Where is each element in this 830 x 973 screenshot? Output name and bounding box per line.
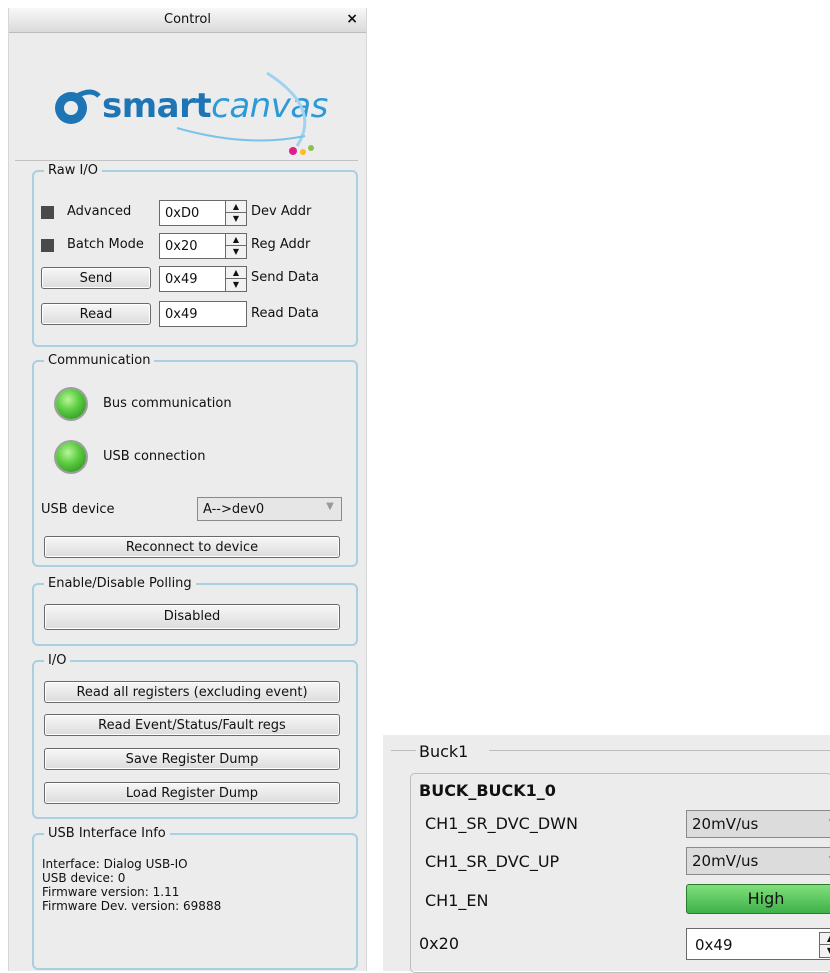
usb-device-select[interactable]: A-->dev0 ▼ — [197, 497, 342, 521]
spin-down-icon[interactable]: ▼ — [226, 246, 246, 257]
io-legend: I/O — [48, 653, 67, 668]
advanced-checkbox[interactable] — [41, 206, 54, 219]
read-button[interactable]: Read — [41, 303, 151, 325]
chevron-down-icon: ▼ — [326, 501, 334, 512]
register-address-label: 0x20 — [419, 934, 460, 953]
register-value-spinbox[interactable]: 0x49 ▲▼ — [686, 928, 830, 960]
save-register-dump-button[interactable]: Save Register Dump — [44, 748, 340, 770]
spin-down-icon[interactable]: ▼ — [226, 279, 246, 290]
usb-device-label: USB device — [41, 502, 115, 517]
spin-down-icon[interactable]: ▼ — [226, 213, 246, 224]
usb-connection-label: USB connection — [103, 449, 206, 464]
read-all-registers-button[interactable]: Read all registers (excluding event) — [44, 681, 340, 703]
usb-status-led-icon — [56, 442, 86, 472]
batch-mode-checkbox[interactable] — [41, 239, 54, 252]
usb-info-firmware: Firmware version: 1.11 — [42, 885, 180, 899]
spin-down-icon[interactable]: ▼ — [820, 945, 830, 956]
usb-info-legend: USB Interface Info — [48, 826, 166, 841]
buck1-register-box: BUCK_BUCK1_0 CH1_SR_DVC_DWN 20mV/us ▼ CH… — [410, 773, 830, 973]
ch1-sr-dvc-dwn-select[interactable]: 20mV/us ▼ — [686, 810, 830, 838]
spin-up-icon[interactable]: ▲ — [226, 201, 246, 213]
logo-divider — [15, 160, 358, 161]
raw-io-legend: Raw I/O — [48, 163, 98, 178]
ch1-sr-dvc-up-select[interactable]: 20mV/us ▼ — [686, 847, 830, 875]
smartcanvas-logo: smartcanvas — [47, 68, 328, 160]
dev-addr-label: Dev Addr — [251, 204, 312, 219]
polling-toggle-button[interactable]: Disabled — [44, 604, 340, 630]
read-event-status-fault-button[interactable]: Read Event/Status/Fault regs — [44, 714, 340, 736]
send-button[interactable]: Send — [41, 267, 151, 289]
dev-addr-spinbox[interactable]: 0xD0 ▲ ▼ — [159, 200, 247, 226]
reconnect-button[interactable]: Reconnect to device — [44, 536, 340, 558]
ch1-sr-dvc-up-label: CH1_SR_DVC_UP — [425, 852, 560, 871]
control-panel: Control × smartcanvas Raw I/O Advanced B… — [8, 8, 367, 971]
spin-up-icon[interactable]: ▲ — [226, 267, 246, 279]
spin-up-icon[interactable]: ▲ — [226, 234, 246, 246]
reg-addr-label: Reg Addr — [251, 237, 311, 252]
advanced-label: Advanced — [67, 204, 132, 219]
batch-mode-label: Batch Mode — [67, 237, 144, 252]
buck1-legend: Buck1 — [419, 742, 469, 761]
load-register-dump-button[interactable]: Load Register Dump — [44, 782, 340, 804]
communication-legend: Communication — [48, 353, 151, 368]
buck1-panel: Buck1 BUCK_BUCK1_0 CH1_SR_DVC_DWN 20mV/u… — [383, 735, 830, 973]
ch1-en-toggle-button[interactable]: High — [686, 884, 830, 914]
bus-status-led-icon — [56, 389, 86, 419]
usb-info-device: USB device: 0 — [42, 871, 126, 885]
send-data-spinbox[interactable]: 0x49 ▲ ▼ — [159, 266, 247, 292]
usb-info-interface: Interface: Dialog USB-IO — [42, 857, 188, 871]
buck-legend-line-right — [489, 750, 830, 751]
close-icon[interactable]: × — [346, 11, 358, 27]
usb-info-firmware-dev: Firmware Dev. version: 69888 — [42, 899, 222, 913]
reg-addr-spinbox[interactable]: 0x20 ▲ ▼ — [159, 233, 247, 259]
read-data-field[interactable]: 0x49 — [159, 301, 247, 327]
panel-titlebar[interactable]: Control × — [9, 8, 366, 33]
buck-legend-line-left — [391, 750, 416, 751]
ch1-en-label: CH1_EN — [425, 891, 489, 910]
bus-communication-label: Bus communication — [103, 396, 232, 411]
logo-swoosh-icon — [176, 71, 314, 155]
polling-legend: Enable/Disable Polling — [48, 576, 192, 591]
buck-register-name: BUCK_BUCK1_0 — [419, 781, 556, 800]
send-data-label: Send Data — [251, 270, 319, 285]
read-data-label: Read Data — [251, 306, 319, 321]
spin-up-icon[interactable]: ▲ — [820, 933, 830, 945]
panel-title: Control — [164, 12, 211, 27]
ch1-sr-dvc-dwn-label: CH1_SR_DVC_DWN — [425, 814, 578, 833]
